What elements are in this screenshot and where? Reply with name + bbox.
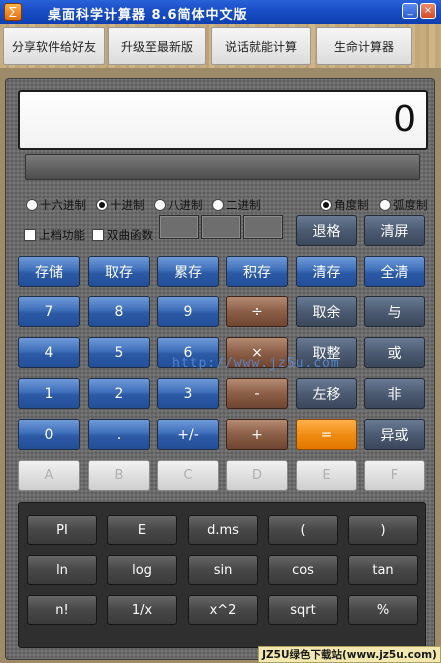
app-icon: ∑ [4, 3, 22, 21]
sin-button[interactable]: sin [188, 555, 258, 585]
minimize-button[interactable]: _ [402, 3, 418, 19]
memory-multiply-button[interactable]: 积存 [226, 256, 288, 287]
memory-slot [201, 215, 241, 239]
dms-button[interactable]: d.ms [188, 515, 258, 545]
radio-icon [212, 199, 224, 211]
subtract-button[interactable]: - [226, 378, 288, 409]
shift-function-checkbox[interactable]: 上档功能 [24, 227, 85, 243]
digit-2-button[interactable]: 2 [88, 378, 150, 409]
log-button[interactable]: log [107, 555, 177, 585]
radio-icon [379, 199, 391, 211]
open-paren-button[interactable]: ( [268, 515, 338, 545]
radix-hex-option[interactable]: 十六进制 [26, 197, 86, 213]
divide-button[interactable]: ÷ [226, 296, 288, 327]
hex-c-button[interactable]: C [157, 460, 219, 491]
memory-store-button[interactable]: 存储 [18, 256, 80, 287]
upgrade-button[interactable]: 升级至最新版 [108, 27, 206, 65]
close-button[interactable]: × [420, 3, 436, 19]
digit-5-button[interactable]: 5 [88, 337, 150, 368]
hyperbolic-checkbox[interactable]: 双曲函数 [92, 227, 153, 243]
angle-radian-option[interactable]: 弧度制 [379, 197, 428, 213]
tan-button[interactable]: tan [348, 555, 418, 585]
hex-d-button[interactable]: D [226, 460, 288, 491]
reciprocal-button[interactable]: 1/x [107, 595, 177, 625]
negate-button[interactable]: +/- [157, 419, 219, 450]
memory-clear-button[interactable]: 清存 [296, 256, 357, 287]
digit-0-button[interactable]: 0 [18, 419, 80, 450]
footer-badge: JZ5U绿色下载站(www.jz5u.com) [258, 646, 441, 663]
square-button[interactable]: x^2 [188, 595, 258, 625]
digit-1-button[interactable]: 1 [18, 378, 80, 409]
not-button[interactable]: 非 [364, 378, 425, 409]
radix-oct-option[interactable]: 八进制 [154, 197, 203, 213]
shift-left-button[interactable]: 左移 [296, 378, 357, 409]
life-calculator-button[interactable]: 生命计算器 [316, 27, 412, 65]
checkbox-icon [92, 229, 104, 241]
digit-4-button[interactable]: 4 [18, 337, 80, 368]
digit-9-button[interactable]: 9 [157, 296, 219, 327]
memory-slot [159, 215, 199, 239]
memory-recall-button[interactable]: 取存 [88, 256, 150, 287]
memory-slot [243, 215, 283, 239]
hex-f-button[interactable]: F [364, 460, 425, 491]
add-button[interactable]: + [226, 419, 288, 450]
all-clear-button[interactable]: 全清 [364, 256, 425, 287]
cos-button[interactable]: cos [268, 555, 338, 585]
and-button[interactable]: 与 [364, 296, 425, 327]
close-paren-button[interactable]: ) [348, 515, 418, 545]
digit-7-button[interactable]: 7 [18, 296, 80, 327]
clear-screen-button[interactable]: 清屏 [364, 215, 425, 246]
share-button[interactable]: 分享软件给好友 [3, 27, 105, 65]
ln-button[interactable]: ln [27, 555, 97, 585]
hex-b-button[interactable]: B [88, 460, 150, 491]
digit-3-button[interactable]: 3 [157, 378, 219, 409]
radix-dec-option[interactable]: 十进制 [96, 197, 145, 213]
equals-button[interactable]: = [296, 419, 357, 450]
xor-button[interactable]: 异或 [364, 419, 425, 450]
memory-add-button[interactable]: 累存 [157, 256, 219, 287]
radix-bin-option[interactable]: 二进制 [212, 197, 261, 213]
angle-degree-option[interactable]: 角度制 [320, 197, 369, 213]
watermark-url: http://www.jz5u.com [172, 356, 340, 371]
pi-button[interactable]: PI [27, 515, 97, 545]
hex-e-button[interactable]: E [296, 460, 357, 491]
euler-button[interactable]: E [107, 515, 177, 545]
hex-a-button[interactable]: A [18, 460, 80, 491]
radio-icon [26, 199, 38, 211]
digit-8-button[interactable]: 8 [88, 296, 150, 327]
window-title: 桌面科学计算器 8.6简体中文版 [48, 8, 248, 23]
decimal-button[interactable]: . [88, 419, 150, 450]
modulo-button[interactable]: 取余 [296, 296, 357, 327]
radio-selected-icon [320, 199, 332, 211]
backspace-button[interactable]: 退格 [296, 215, 357, 246]
percent-button[interactable]: % [348, 595, 418, 625]
checkbox-icon [24, 229, 36, 241]
voice-calc-button[interactable]: 说话就能计算 [211, 27, 311, 65]
or-button[interactable]: 或 [364, 337, 425, 368]
result-display: 0 [18, 90, 428, 150]
factorial-button[interactable]: n! [27, 595, 97, 625]
radio-icon [154, 199, 166, 211]
sqrt-button[interactable]: sqrt [268, 595, 338, 625]
secondary-display [25, 154, 420, 180]
radio-selected-icon [96, 199, 108, 211]
